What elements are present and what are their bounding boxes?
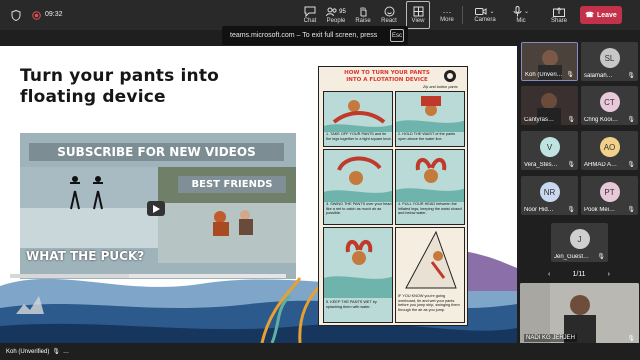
shared-screen: Turn your pants into floating device SUB… (0, 46, 517, 343)
chevron-right-icon[interactable]: › (608, 271, 610, 278)
participant-tile[interactable]: NR Noor Hid… 🎙 (521, 176, 578, 215)
mic-off-icon: 🎙 (597, 254, 605, 260)
participant-tile[interactable]: CT Chng Kooi… 🎙 (581, 86, 638, 125)
mic-off-icon: 🎙 (567, 162, 575, 168)
video-caption: WHAT THE PUCK? (26, 249, 145, 263)
raise-hand-button[interactable]: Raise (352, 1, 374, 29)
record-icon (31, 10, 41, 20)
participant-tile[interactable]: V Vera_Stes… 🎙 (521, 131, 578, 170)
view-button[interactable]: View (406, 1, 430, 29)
avatar: SL (599, 48, 620, 68)
share-tray-icon (553, 6, 565, 17)
avatar: AO (599, 137, 620, 157)
infographic-step-panel: 5. KEEP THE PANTS WET by splashing them … (323, 227, 393, 323)
mic-icon: 🎙 (627, 336, 635, 342)
people-button[interactable]: 95 People (322, 1, 350, 29)
video-label: BEST FRIENDS (178, 176, 286, 193)
infographic-step-panel: 4. PULL YOUR HEAD between the inflated l… (395, 149, 465, 225)
share-button[interactable]: Share (548, 1, 570, 29)
phone-hangup-icon: ☎ (585, 12, 594, 19)
avatar: J (569, 229, 590, 249)
page-indicator: 1/11 (572, 270, 586, 278)
swimmer-illustration (324, 100, 392, 132)
chevron-down-icon[interactable]: ⌄ (524, 8, 529, 15)
divider (462, 6, 463, 24)
gallery-pager: ‹ 1/11 › (548, 267, 610, 281)
mic-off-icon: 🎙 (566, 72, 574, 78)
ellipsis-icon: ··· (442, 6, 452, 17)
infographic-step-panel: 1. TAKE OFF YOUR PANTS and tie the legs … (323, 91, 393, 147)
mic-off-icon: 🎙 (627, 117, 635, 123)
fullscreen-notice-text: teams.microsoft.com – To exit full scree… (230, 32, 378, 39)
video-progress-fill (10, 274, 129, 278)
swimmer-illustration (324, 240, 392, 298)
people-count: 95 (339, 8, 346, 15)
chevron-left-icon[interactable]: ‹ (548, 271, 550, 278)
self-view[interactable]: NADI KG JERJEH 🎙 (520, 283, 639, 345)
swimmer-illustration (396, 96, 464, 132)
infographic-step-panel: IF YOU KNOW you're going overboard, tie … (395, 227, 465, 323)
infographic: HOW TO TURN YOUR PANTS INTO A FLOTATION … (318, 66, 468, 326)
swimmer-illustration (324, 156, 392, 202)
mic-button[interactable]: ⌄ Mic (508, 1, 534, 29)
avatar: NR (539, 182, 560, 202)
play-icon (152, 204, 160, 213)
participant-tile[interactable]: Koh (Unveri… 🎙 (521, 42, 578, 81)
more-options-icon[interactable]: … (63, 349, 69, 355)
fullscreen-notice: teams.microsoft.com – To exit full scree… (222, 26, 408, 45)
esc-key: Esc (390, 29, 404, 42)
play-button[interactable] (147, 201, 165, 216)
infographic-step-panel: 2. HOLD THE WAIST of the pants open abov… (395, 91, 465, 147)
infographic-title: HOW TO TURN YOUR PANTS INTO A FLOTATION … (344, 70, 430, 83)
mic-off-icon: 🎙 (567, 207, 575, 213)
video-subscribe-banner: SUBSCRIBE FOR NEW VIDEOS (29, 143, 284, 161)
chat-icon (304, 6, 316, 17)
video-progress-bar[interactable] (10, 274, 286, 278)
grid-icon (413, 6, 423, 17)
infographic-step-panel: 3. SWING THE PANTS over your head like a… (323, 149, 393, 225)
chevron-down-icon[interactable]: ⌄ (489, 8, 494, 15)
swimmer-illustration (396, 158, 464, 202)
react-button[interactable]: React (378, 1, 400, 29)
participant-tile[interactable]: Cantyras… 🎙 (521, 86, 578, 125)
mic-off-icon: 🎙 (567, 117, 575, 123)
video-player[interactable]: SUBSCRIBE FOR NEW VIDEOS BEST FRIENDS WH… (20, 133, 296, 279)
smiley-icon (384, 6, 394, 17)
avatar: PT (599, 182, 620, 202)
slide-title: Turn your pants into floating device (20, 66, 220, 107)
participant-tile[interactable]: PT Pook Mei… 🎙 (581, 176, 638, 215)
mic-off-icon: 🎙 (52, 349, 60, 355)
microphone-icon (513, 6, 522, 17)
self-view-name: NADI KG JERJEH (524, 334, 578, 342)
logo-badge (444, 70, 456, 82)
people-icon (326, 7, 337, 16)
participant-tile[interactable]: AO AHMAD A… 🎙 (581, 131, 638, 170)
mic-off-icon: 🎙 (627, 73, 635, 79)
participant-tile[interactable]: J Jen_Guest… 🎙 (551, 223, 608, 262)
presenter-bar: Koh (Unverified) 🎙 … (0, 343, 640, 360)
more-button[interactable]: ··· More (436, 1, 458, 29)
shield-icon[interactable] (10, 9, 22, 21)
mic-off-icon: 🎙 (627, 162, 635, 168)
presenter-name: Koh (Unverified) (6, 348, 50, 355)
ship-illustration (405, 230, 457, 289)
leave-button[interactable]: ☎ Leave (580, 6, 622, 24)
hand-icon (360, 7, 367, 17)
mic-off-icon: 🎙 (627, 207, 635, 213)
avatar: V (539, 137, 560, 157)
meeting-timer: 09:32 (45, 11, 63, 18)
camera-button[interactable]: ⌄ Camera (470, 1, 500, 29)
chat-button[interactable]: Chat (299, 1, 321, 29)
camera-icon (475, 8, 487, 15)
participant-tile[interactable]: SL salamah… 🎙 (581, 42, 638, 81)
avatar: CT (599, 92, 620, 112)
